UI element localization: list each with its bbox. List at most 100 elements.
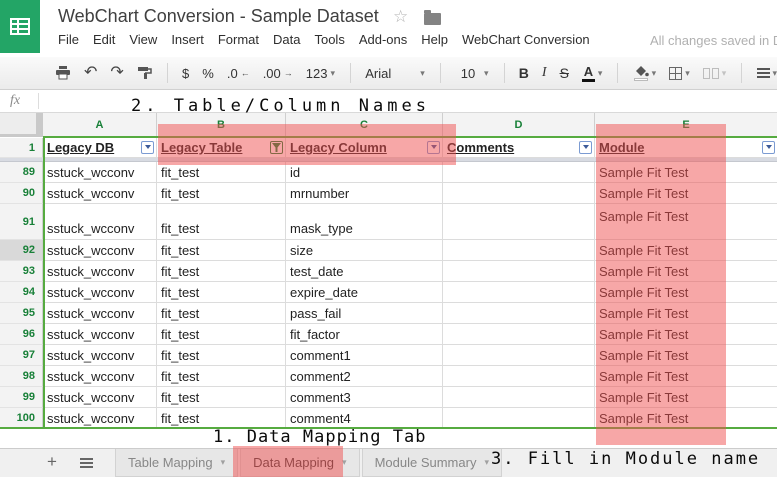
filter-dropdown-button[interactable] — [579, 141, 592, 154]
cell-comments[interactable] — [443, 345, 595, 366]
cell-comments[interactable] — [443, 261, 595, 282]
cell-legacy-table[interactable]: fit_test — [157, 183, 286, 204]
star-icon[interactable]: ☆ — [393, 7, 408, 27]
cell-module[interactable]: Sample Fit Test — [595, 303, 777, 324]
menu-data[interactable]: Data — [273, 32, 300, 47]
font-family-select[interactable]: Arial ▾ — [365, 66, 425, 81]
cell-module[interactable]: Sample Fit Test — [595, 282, 777, 303]
cell-legacy-column[interactable]: size — [286, 240, 443, 261]
cell-legacy-db[interactable]: sstuck_wcconv — [43, 345, 157, 366]
cell-comments[interactable] — [443, 303, 595, 324]
fill-color-button[interactable]: ▾ — [633, 65, 657, 81]
cell-legacy-db[interactable]: sstuck_wcconv — [43, 240, 157, 261]
increase-decimal-button[interactable]: .00→ — [263, 66, 293, 81]
cell-legacy-column[interactable]: test_date — [286, 261, 443, 282]
row-number[interactable]: 89 — [0, 162, 43, 183]
cell-legacy-db[interactable]: sstuck_wcconv — [43, 183, 157, 204]
cell-legacy-table[interactable]: fit_test — [157, 261, 286, 282]
cell-legacy-table[interactable]: fit_test — [157, 204, 286, 240]
menu-format[interactable]: Format — [218, 32, 259, 47]
row-number[interactable]: 95 — [0, 303, 43, 324]
cell-legacy-db[interactable]: sstuck_wcconv — [43, 408, 157, 429]
folder-icon[interactable] — [424, 13, 441, 25]
bold-button[interactable]: B — [519, 65, 529, 81]
cell-legacy-table[interactable]: fit_test — [157, 324, 286, 345]
cell-legacy-table[interactable]: fit_test — [157, 240, 286, 261]
cell-legacy-db[interactable]: sstuck_wcconv — [43, 387, 157, 408]
print-button[interactable] — [55, 66, 71, 80]
formula-bar[interactable]: fx — [0, 90, 777, 113]
cell-legacy-table[interactable]: fit_test — [157, 345, 286, 366]
add-sheet-button[interactable]: + — [47, 452, 57, 472]
column-header-e[interactable]: E — [595, 113, 777, 137]
row-number[interactable]: 92 — [0, 240, 43, 261]
cell-legacy-column[interactable]: mrnumber — [286, 183, 443, 204]
header-cell-legacy-column[interactable]: Legacy Column — [286, 138, 443, 158]
cell-legacy-db[interactable]: sstuck_wcconv — [43, 303, 157, 324]
cell-legacy-db[interactable]: sstuck_wcconv — [43, 261, 157, 282]
cell-legacy-column[interactable]: expire_date — [286, 282, 443, 303]
menu-insert[interactable]: Insert — [171, 32, 204, 47]
font-size-select[interactable]: 10 ▾ — [455, 66, 489, 81]
menu-addons[interactable]: Add-ons — [359, 32, 407, 47]
column-header-b[interactable]: B — [157, 113, 286, 137]
sheets-logo[interactable] — [0, 0, 40, 53]
column-header-a[interactable]: A — [43, 113, 157, 137]
cell-module[interactable]: Sample Fit Test — [595, 261, 777, 282]
cell-module[interactable]: Sample Fit Test — [595, 183, 777, 204]
cell-legacy-column[interactable]: comment3 — [286, 387, 443, 408]
paint-format-button[interactable] — [137, 66, 152, 80]
all-sheets-menu-icon[interactable] — [80, 458, 93, 469]
cell-comments[interactable] — [443, 204, 595, 240]
cell-module[interactable]: Sample Fit Test — [595, 204, 777, 240]
cell-legacy-column[interactable]: comment2 — [286, 366, 443, 387]
format-percent-button[interactable]: % — [202, 66, 214, 81]
cell-legacy-table[interactable]: fit_test — [157, 408, 286, 429]
cell-legacy-db[interactable]: sstuck_wcconv — [43, 162, 157, 183]
cell-module[interactable]: Sample Fit Test — [595, 366, 777, 387]
cell-comments[interactable] — [443, 324, 595, 345]
cell-legacy-column[interactable]: fit_factor — [286, 324, 443, 345]
header-cell-legacy-db[interactable]: Legacy DB — [43, 138, 157, 158]
cell-legacy-db[interactable]: sstuck_wcconv — [43, 204, 157, 240]
decrease-decimal-button[interactable]: .0← — [227, 66, 250, 81]
cell-legacy-table[interactable]: fit_test — [157, 387, 286, 408]
row-number[interactable]: 100 — [0, 408, 43, 429]
cell-comments[interactable] — [443, 162, 595, 183]
menu-file[interactable]: File — [58, 32, 79, 47]
column-header-c[interactable]: C — [286, 113, 443, 137]
redo-button[interactable]: ↷ — [110, 65, 123, 81]
borders-button[interactable]: ▾ — [669, 67, 690, 80]
menu-edit[interactable]: Edit — [93, 32, 115, 47]
tab-table-mapping[interactable]: Table Mapping ▾ — [115, 449, 238, 477]
format-currency-button[interactable]: $ — [182, 66, 189, 81]
cell-legacy-table[interactable]: fit_test — [157, 282, 286, 303]
text-color-button[interactable]: A ▾ — [582, 65, 603, 82]
menu-webchart-conversion[interactable]: WebChart Conversion — [462, 32, 590, 47]
cell-comments[interactable] — [443, 366, 595, 387]
document-title[interactable]: WebChart Conversion - Sample Dataset — [58, 6, 379, 27]
select-all-corner[interactable] — [0, 113, 43, 137]
cell-legacy-column[interactable]: mask_type — [286, 204, 443, 240]
cell-module[interactable]: Sample Fit Test — [595, 324, 777, 345]
cell-comments[interactable] — [443, 282, 595, 303]
cell-legacy-table[interactable]: fit_test — [157, 303, 286, 324]
menu-view[interactable]: View — [129, 32, 157, 47]
cell-module[interactable]: Sample Fit Test — [595, 387, 777, 408]
row-number[interactable]: 90 — [0, 183, 43, 204]
italic-button[interactable]: I — [542, 65, 547, 81]
cell-legacy-table[interactable]: fit_test — [157, 366, 286, 387]
merge-cells-button[interactable]: ▾ — [703, 68, 727, 79]
header-cell-legacy-table[interactable]: Legacy Table — [157, 138, 286, 158]
tab-data-mapping[interactable]: Data Mapping ▾ — [240, 449, 359, 477]
row-number[interactable]: 98 — [0, 366, 43, 387]
cell-module[interactable]: Sample Fit Test — [595, 240, 777, 261]
filter-dropdown-button[interactable] — [427, 141, 440, 154]
cell-legacy-column[interactable]: comment1 — [286, 345, 443, 366]
column-header-d[interactable]: D — [443, 113, 595, 137]
cell-module[interactable]: Sample Fit Test — [595, 162, 777, 183]
cell-legacy-db[interactable]: sstuck_wcconv — [43, 324, 157, 345]
header-cell-module[interactable]: Module — [595, 138, 777, 158]
cell-legacy-column[interactable]: pass_fail — [286, 303, 443, 324]
cell-comments[interactable] — [443, 240, 595, 261]
